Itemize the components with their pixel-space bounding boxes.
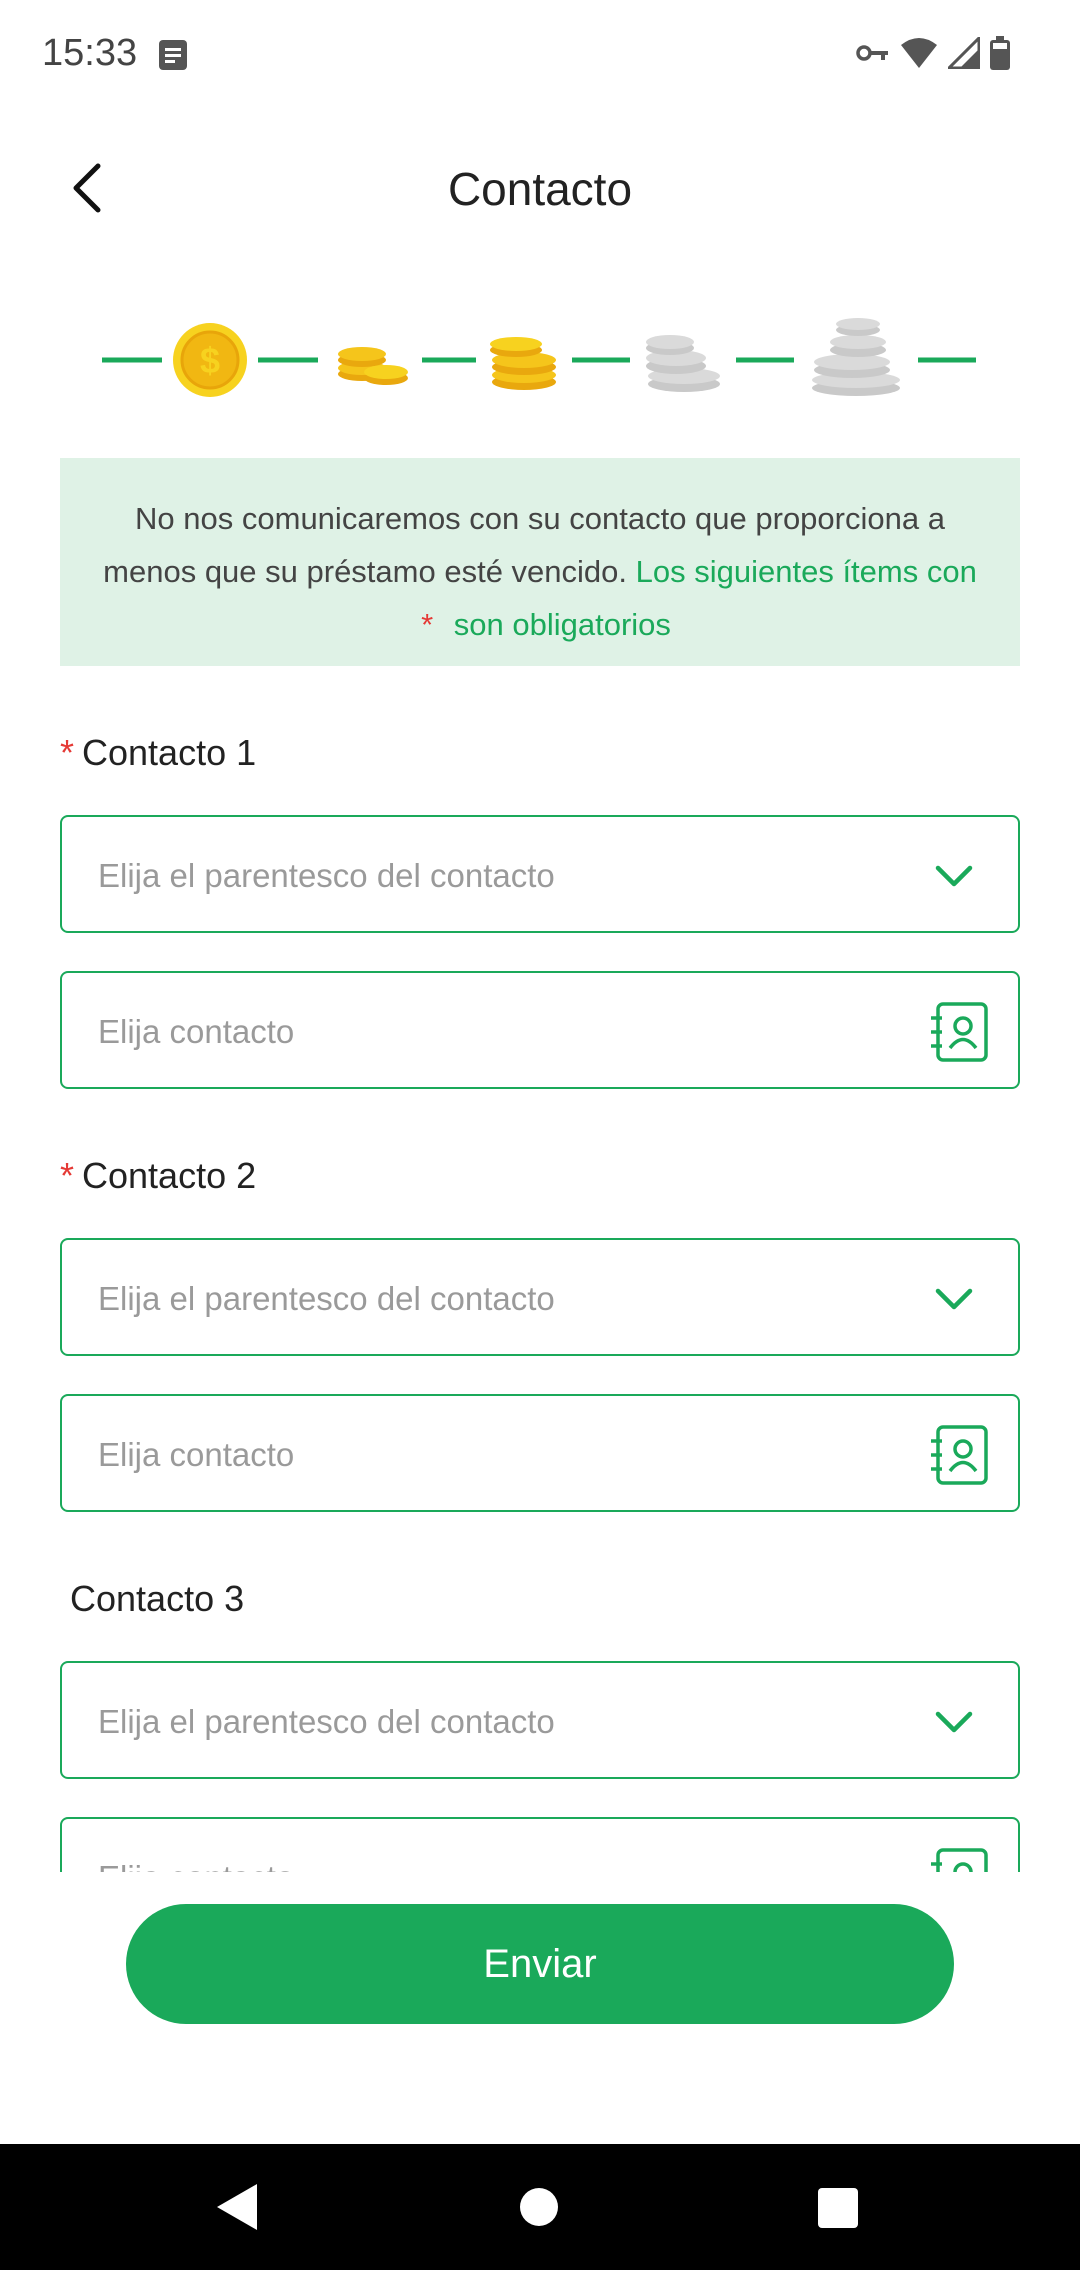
submit-button[interactable]: Enviar — [126, 1904, 954, 2024]
relation-placeholder: Elija el parentesco del contacto — [98, 857, 555, 894]
coin-stack-gray-icon — [646, 335, 720, 392]
wifi-icon — [900, 37, 938, 74]
required-notice-part2: son obligatorios — [453, 607, 671, 642]
coin-stack-small-icon — [338, 347, 408, 385]
contact-3-label: Contacto 3 — [70, 1578, 245, 1619]
address-book-icon[interactable] — [928, 1847, 990, 1872]
nav-back-icon[interactable] — [215, 2182, 259, 2237]
status-time: 15:33 — [42, 32, 138, 74]
contact-1-label: * Contacto 1 — [60, 732, 257, 773]
chevron-down-icon — [934, 855, 974, 900]
relation-placeholder: Elija el parentesco del contacto — [98, 1703, 555, 1740]
address-book-icon[interactable] — [928, 1424, 990, 1491]
coin-stack-medium-icon — [490, 337, 556, 390]
app-header: Contacto — [0, 140, 1080, 240]
required-star: * — [60, 732, 75, 773]
system-nav-bar — [0, 2144, 1080, 2270]
contact-2-label: * Contacto 2 — [60, 1155, 257, 1196]
required-notice-part1: Los siguientes ítems con — [635, 554, 977, 589]
contact-1-relation-select[interactable]: Elija el parentesco del contacto — [60, 815, 1020, 933]
svg-text:$: $ — [200, 340, 220, 381]
contact-1-picker[interactable]: Elija contacto — [60, 971, 1020, 1089]
battery-icon — [990, 36, 1010, 75]
nav-home-icon[interactable] — [520, 2188, 558, 2226]
status-icons — [856, 34, 1010, 75]
contact-placeholder: Elija contacto — [98, 1859, 294, 1872]
contact-placeholder: Elija contacto — [98, 1436, 295, 1473]
address-book-icon[interactable] — [928, 1001, 990, 1068]
contact-2-picker[interactable]: Elija contacto — [60, 1394, 1020, 1512]
contact-3-picker[interactable]: Elija contacto — [60, 1817, 1020, 1872]
loan-progress-steps: $ — [100, 300, 980, 420]
nav-recents-icon[interactable] — [818, 2188, 858, 2228]
coin-pile-gray-icon — [812, 318, 900, 396]
status-bar: 15:33 — [0, 0, 1080, 110]
chevron-down-icon — [934, 1701, 974, 1746]
relation-placeholder: Elija el parentesco del contacto — [98, 1280, 555, 1317]
contact-2-relation-select[interactable]: Elija el parentesco del contacto — [60, 1238, 1020, 1356]
chevron-down-icon — [934, 1278, 974, 1323]
signal-icon — [945, 34, 981, 74]
required-star: * — [421, 607, 434, 642]
contact-form[interactable]: * Contacto 1 Elija el parentesco del cont… — [0, 700, 1080, 1872]
vpn-key-icon — [856, 43, 890, 68]
page-title: Contacto — [447, 163, 633, 215]
contact-3-relation-select[interactable]: Elija el parentesco del contacto — [60, 1661, 1020, 1779]
single-coin-icon: $ — [173, 323, 247, 397]
contact-placeholder: Elija contacto — [98, 1013, 295, 1050]
required-star: * — [60, 1155, 75, 1196]
privacy-notice: No nos comunicaremos con su contacto que… — [60, 458, 1020, 666]
notification-icon — [158, 39, 188, 76]
